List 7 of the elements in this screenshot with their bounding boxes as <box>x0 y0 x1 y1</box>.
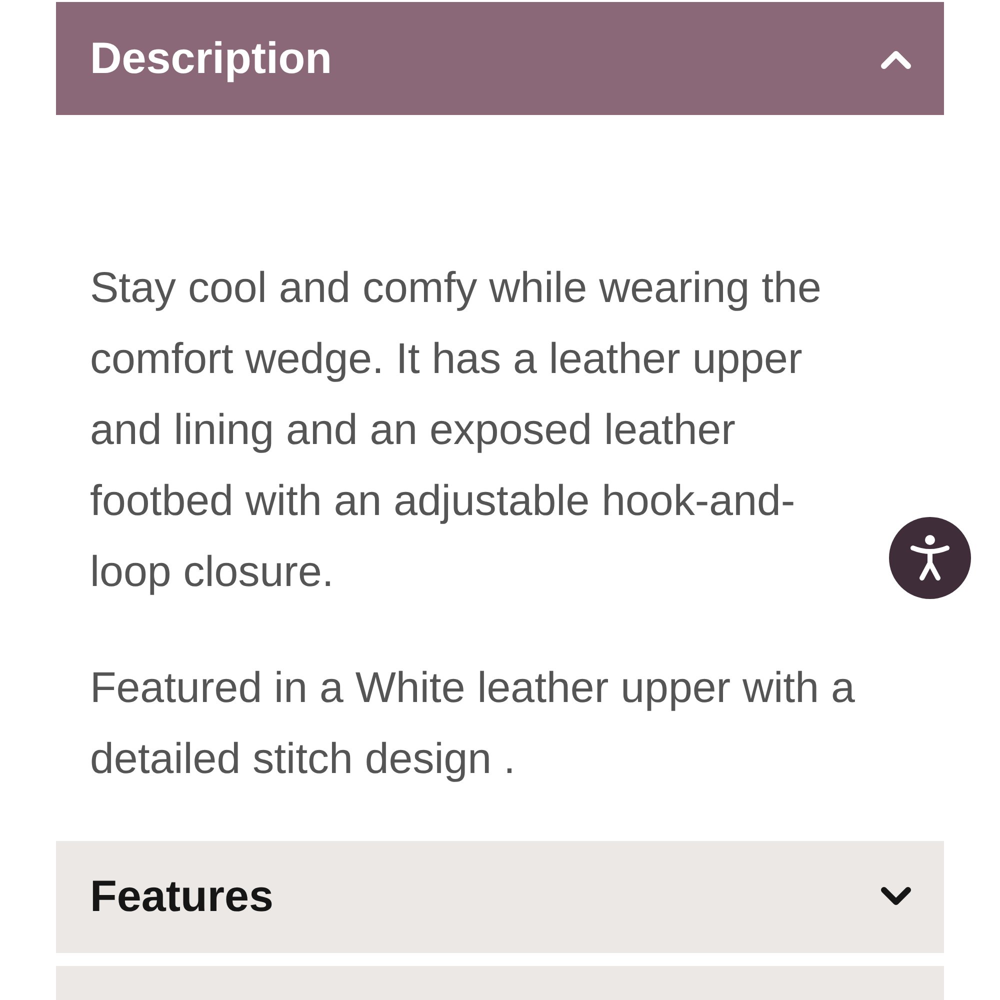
accordion-header[interactable]: Features <box>56 841 944 953</box>
chevron-up-icon <box>881 48 911 68</box>
description-paragraph: Stay cool and comfy while wearing the comfort wedge. It has a leather upper and lining and an exposed leather footbed with an adjustable hook-and-loop closure. <box>90 263 822 598</box>
description-paragraph: Featured in a White leather upper with a detailed stitch design . <box>90 663 856 785</box>
chevron-down-icon <box>881 887 911 907</box>
accordion-header[interactable]: Description <box>56 2 944 115</box>
person-icon <box>910 535 950 581</box>
